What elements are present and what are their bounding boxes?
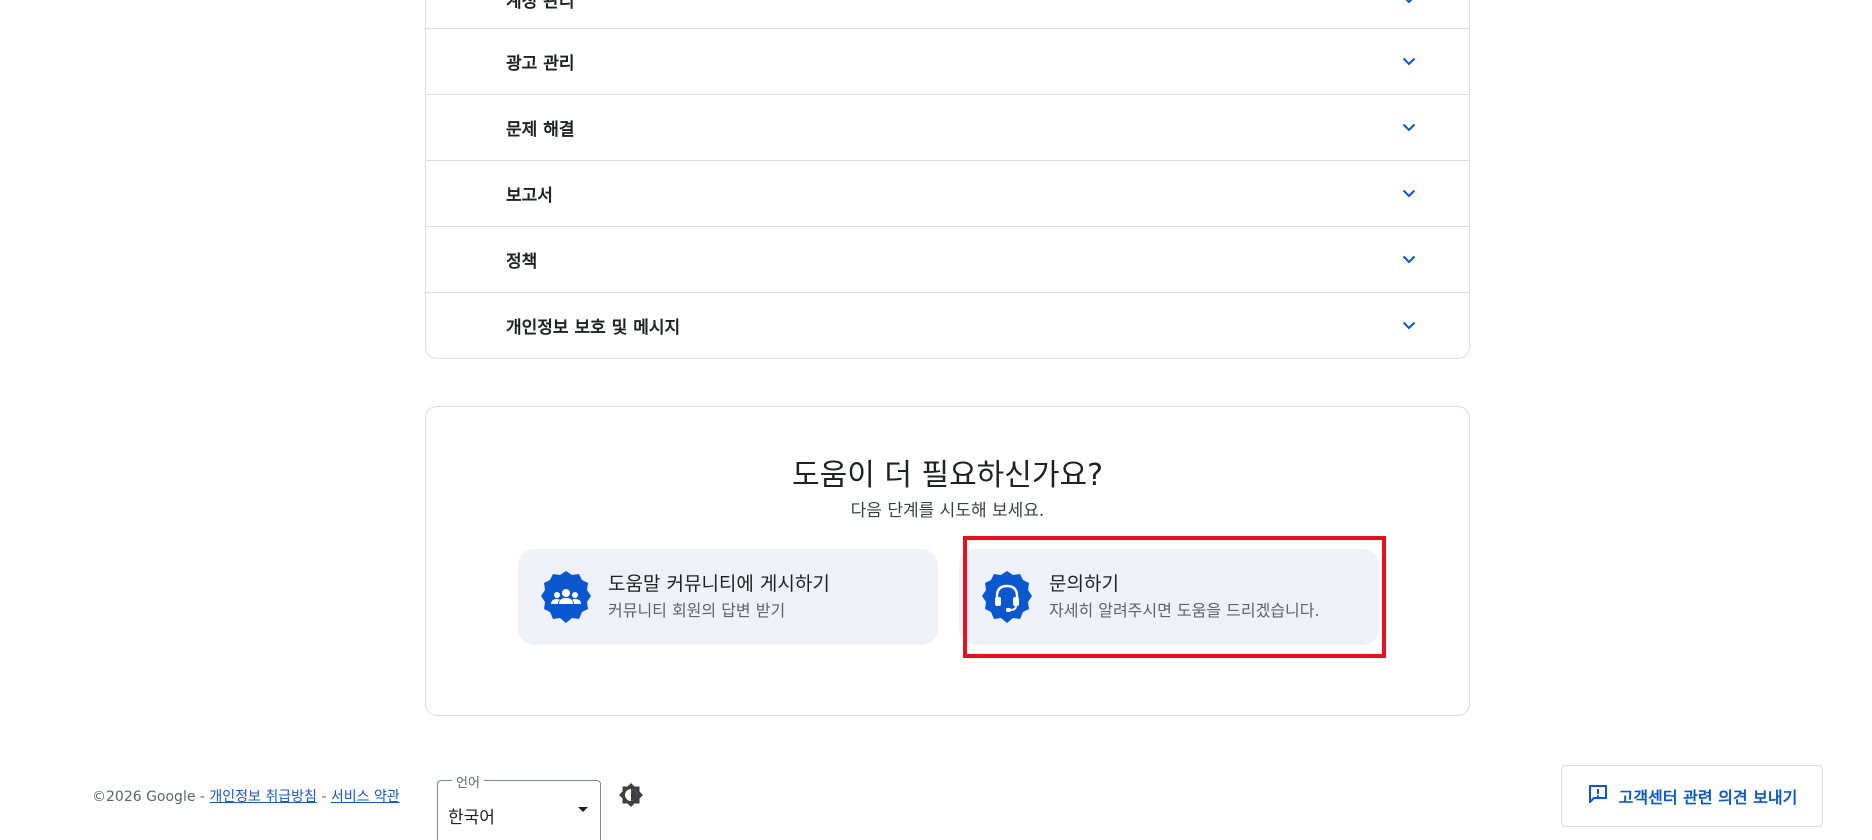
copyright-text: ©2026 Google (92, 789, 196, 805)
community-icon (538, 569, 594, 625)
feedback-icon (1587, 783, 1609, 809)
accordion-item-label: 문제 해결 (506, 120, 575, 140)
footer-separator: - (316, 789, 331, 805)
brightness-icon (617, 781, 645, 813)
send-feedback-button[interactable]: 고객센터 관련 의견 보내기 (1561, 765, 1823, 827)
option-description: 커뮤니티 회원의 답변 받기 (608, 601, 786, 620)
accordion-item-label: 계정 관리 (506, 0, 575, 12)
accordion-item-policy[interactable]: 정책 (426, 226, 1469, 292)
accordion-item-label: 정책 (506, 252, 538, 272)
chevron-down-icon (1397, 182, 1421, 206)
headset-icon (979, 569, 1035, 625)
option-title: 문의하기 (1049, 573, 1119, 595)
accordion-item-label: 광고 관리 (506, 54, 575, 74)
privacy-policy-link[interactable]: 개인정보 취급방침 (209, 789, 317, 805)
topic-accordion: 계정 관리 광고 관리 문제 해결 보고서 정책 개인정보 보호 및 메시지 (425, 0, 1470, 359)
option-title: 도움말 커뮤니티에 게시하기 (608, 573, 830, 595)
chevron-down-icon (1397, 50, 1421, 74)
chevron-down-icon (1397, 248, 1421, 272)
post-community-button[interactable]: 도움말 커뮤니티에 게시하기 커뮤니티 회원의 답변 받기 (518, 549, 938, 645)
accordion-item-label: 보고서 (506, 186, 553, 206)
accordion-item-account[interactable]: 계정 관리 (426, 0, 1469, 28)
chevron-down-icon (1397, 116, 1421, 140)
footer-legal: ©2026 Google - 개인정보 취급방침 - 서비스 약관 (92, 786, 400, 806)
accordion-item-ads[interactable]: 광고 관리 (426, 28, 1469, 94)
feedback-label: 고객센터 관련 의견 보내기 (1618, 788, 1798, 807)
help-subtitle: 다음 단계를 시도해 보세요. (850, 501, 1045, 521)
contact-us-button[interactable]: 문의하기 자세히 알려주시면 도움을 드리겠습니다. (959, 549, 1379, 645)
footer-separator: - (195, 789, 210, 805)
language-select[interactable]: 언어 한국어 (437, 772, 601, 840)
accordion-item-troubleshooting[interactable]: 문제 해결 (426, 94, 1469, 160)
language-value: 한국어 (448, 808, 495, 828)
option-description: 자세히 알려주시면 도움을 드리겠습니다. (1049, 601, 1320, 620)
dropdown-arrow-icon (578, 807, 588, 812)
chevron-down-icon (1397, 0, 1421, 11)
accordion-item-label: 개인정보 보호 및 메시지 (506, 318, 681, 338)
terms-of-service-link[interactable]: 서비스 약관 (331, 789, 400, 805)
help-title: 도움이 더 필요하신가요? (792, 458, 1103, 493)
accordion-item-privacy[interactable]: 개인정보 보호 및 메시지 (426, 292, 1469, 358)
need-more-help-card: 도움이 더 필요하신가요? 다음 단계를 시도해 보세요. 도움말 커뮤니티에 … (425, 406, 1470, 716)
language-legend: 언어 (452, 772, 484, 791)
chevron-down-icon (1397, 314, 1421, 338)
accordion-item-reports[interactable]: 보고서 (426, 160, 1469, 226)
theme-toggle-button[interactable] (616, 782, 646, 812)
